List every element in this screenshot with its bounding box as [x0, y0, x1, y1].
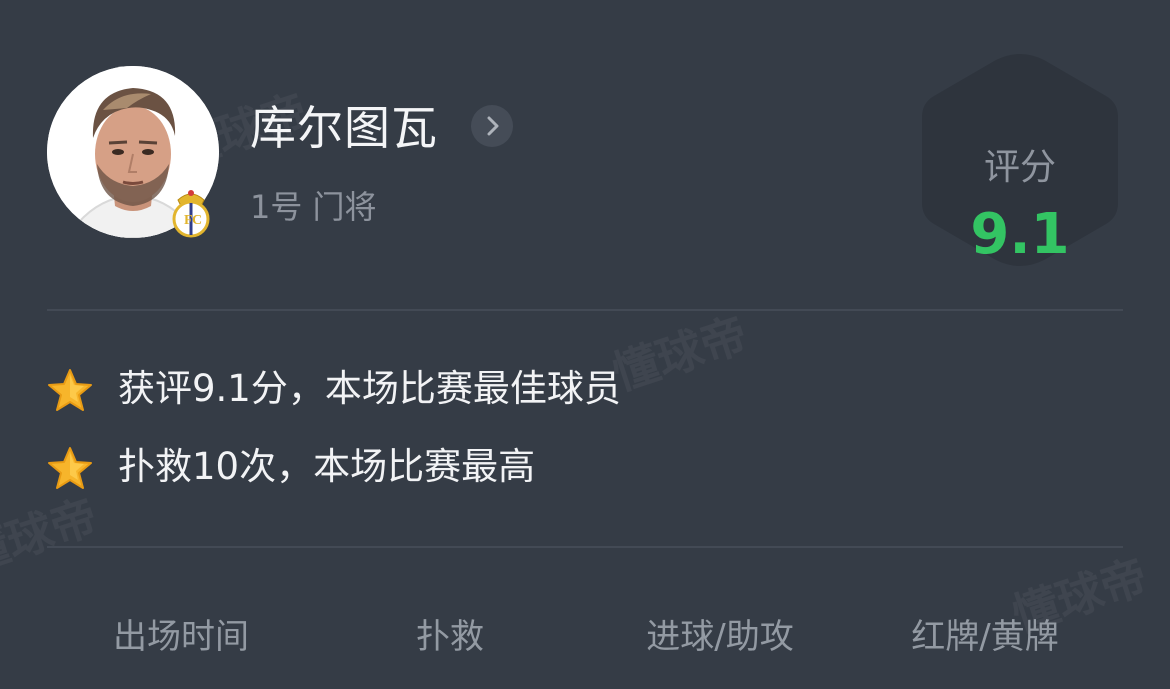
player-rating-card: 懂球帝 懂球帝 懂球帝 懂球帝 F C 库尔图瓦 1号 门将 评分 9.1 获评… — [0, 0, 1170, 689]
rating-badge: 评分 9.1 — [920, 50, 1120, 270]
star-icon — [48, 369, 92, 411]
stat-header-minutes: 出场时间 — [113, 617, 249, 657]
highlight-text: 获评9.1分，本场比赛最佳球员 — [118, 367, 621, 410]
club-badge-icon: F C — [170, 186, 212, 238]
watermark: 懂球帝 — [0, 488, 104, 583]
highlight-item: 获评9.1分，本场比赛最佳球员 — [47, 364, 947, 414]
stat-header-cards: 红牌/黄牌 — [911, 617, 1059, 657]
divider — [47, 546, 1123, 548]
svg-text:C: C — [192, 213, 202, 228]
highlight-text: 扑救10次，本场比赛最高 — [118, 445, 536, 488]
player-name[interactable]: 库尔图瓦 — [250, 98, 438, 158]
player-number-position: 1号 门将 — [250, 188, 377, 226]
divider — [47, 309, 1123, 311]
rating-value: 9.1 — [970, 202, 1070, 267]
star-icon — [48, 447, 92, 489]
stat-header-saves: 扑救 — [416, 617, 484, 657]
player-detail-button[interactable] — [471, 105, 513, 147]
stat-header-goals-assists: 进球/助攻 — [646, 617, 794, 657]
rating-label: 评分 — [983, 147, 1056, 188]
chevron-right-icon — [487, 116, 499, 136]
highlight-item: 扑救10次，本场比赛最高 — [47, 442, 947, 492]
